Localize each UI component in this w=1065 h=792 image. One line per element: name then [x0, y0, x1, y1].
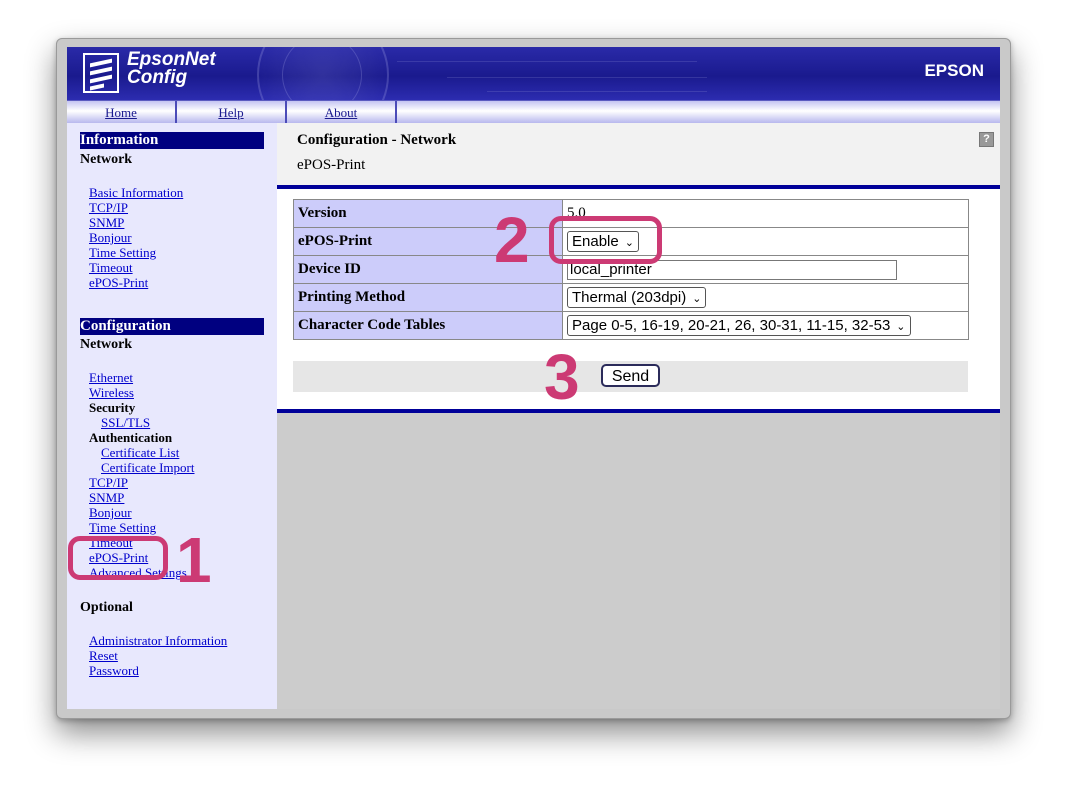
- sidebar-link-config-time-setting[interactable]: Time Setting: [89, 520, 156, 535]
- map-line: [447, 77, 707, 78]
- character-code-tables-label: Character Code Tables: [293, 311, 563, 340]
- sidebar-link-config-bonjour[interactable]: Bonjour: [89, 505, 132, 520]
- sidebar-link-bonjour[interactable]: Bonjour: [89, 230, 132, 245]
- annotation-number-2: 2: [494, 204, 530, 276]
- sidebar-link-administrator-information[interactable]: Administrator Information: [89, 633, 227, 648]
- sidebar-header-information: Information: [80, 132, 264, 149]
- epson-brand: EPSON: [924, 61, 984, 80]
- sidebar-link-timeout[interactable]: Timeout: [89, 260, 133, 275]
- table-row: Printing Method Thermal (203dpi) ⌄: [293, 283, 969, 312]
- sidebar-link-reset[interactable]: Reset: [89, 648, 118, 663]
- printing-method-select[interactable]: Thermal (203dpi) ⌄: [567, 287, 707, 308]
- map-line: [397, 61, 697, 62]
- sidebar-link-certificate-import[interactable]: Certificate Import: [101, 460, 195, 475]
- sidebar-subheader-network: Network: [80, 152, 133, 167]
- annotation-box-1: [68, 536, 168, 580]
- chevron-down-icon: ⌄: [896, 321, 906, 333]
- browser-window: EpsonNet Config EPSON Home Help About In…: [56, 38, 1011, 719]
- sidebar-link-config-snmp[interactable]: SNMP: [89, 490, 124, 505]
- send-bar: Send: [293, 361, 968, 392]
- sidebar-label-authentication: Authentication: [89, 430, 173, 445]
- sidebar-link-basic-information[interactable]: Basic Information: [89, 185, 183, 200]
- main-header: Configuration - Network ePOS-Print ?: [277, 123, 1000, 185]
- logo-text: EpsonNet Config: [127, 50, 216, 88]
- character-code-tables-select[interactable]: Page 0-5, 16-19, 20-21, 26, 30-31, 11-15…: [567, 315, 911, 336]
- page-title: Configuration - Network: [297, 132, 457, 148]
- help-icon[interactable]: ?: [979, 132, 994, 147]
- sidebar-link-epos-print-info[interactable]: ePOS-Print: [89, 275, 148, 290]
- nav-home-link[interactable]: Home: [67, 101, 177, 123]
- sidebar-link-config-tcpip[interactable]: TCP/IP: [89, 475, 128, 490]
- annotation-number-1: 1: [176, 524, 212, 596]
- sidebar: Information Network Basic Information TC…: [67, 123, 277, 709]
- sidebar-label-security: Security: [89, 400, 136, 415]
- page-subtitle: ePOS-Print: [297, 157, 366, 173]
- divider-bottom: [277, 409, 1000, 413]
- nav-help-link[interactable]: Help: [177, 101, 287, 123]
- main-panel: Configuration - Network ePOS-Print ? Ver…: [277, 123, 1000, 709]
- sidebar-header-optional: Optional: [80, 600, 133, 615]
- sidebar-link-certificate-list[interactable]: Certificate List: [101, 445, 179, 460]
- table-row: Character Code Tables Page 0-5, 16-19, 2…: [293, 311, 969, 340]
- epsonnet-logo-icon: [83, 53, 119, 93]
- top-navbar: Home Help About: [67, 100, 1000, 124]
- character-code-tables-select-value: Page 0-5, 16-19, 20-21, 26, 30-31, 11-15…: [572, 317, 891, 334]
- annotation-number-3: 3: [544, 341, 580, 413]
- header-banner: EpsonNet Config EPSON: [67, 47, 1000, 100]
- sidebar-link-ssl-tls[interactable]: SSL/TLS: [101, 415, 150, 430]
- map-line: [487, 91, 707, 92]
- logo-line2: Config: [127, 67, 188, 88]
- sidebar-link-wireless[interactable]: Wireless: [89, 385, 134, 400]
- sidebar-link-password[interactable]: Password: [89, 663, 139, 678]
- chevron-down-icon: ⌄: [692, 293, 702, 305]
- printing-method-label: Printing Method: [293, 283, 563, 312]
- sidebar-header-configuration: Configuration: [80, 318, 264, 335]
- sidebar-link-tcpip[interactable]: TCP/IP: [89, 200, 128, 215]
- sidebar-link-snmp[interactable]: SNMP: [89, 215, 124, 230]
- printing-method-select-value: Thermal (203dpi): [572, 289, 687, 306]
- sidebar-link-ethernet[interactable]: Ethernet: [89, 370, 133, 385]
- compass-inner-decoration: [282, 47, 362, 100]
- nav-about-link[interactable]: About: [287, 101, 397, 123]
- sidebar-link-time-setting[interactable]: Time Setting: [89, 245, 156, 260]
- send-button[interactable]: Send: [601, 364, 660, 387]
- sidebar-subheader-network: Network: [80, 337, 133, 352]
- annotation-box-2: [549, 216, 662, 264]
